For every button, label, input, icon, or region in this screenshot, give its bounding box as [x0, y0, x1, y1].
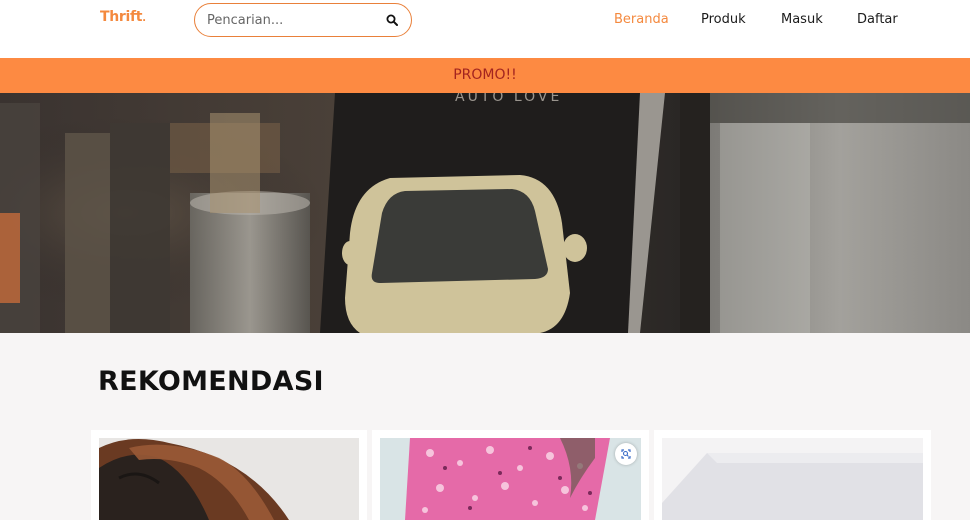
nav-link-masuk[interactable]: Masuk	[781, 12, 823, 27]
product-card[interactable]	[91, 430, 367, 520]
product-image-white-item[interactable]	[662, 438, 923, 520]
product-card[interactable]	[654, 430, 931, 520]
zoom-button[interactable]	[615, 443, 637, 465]
hero-banner: AUTO LOVE	[0, 93, 970, 333]
promo-banner[interactable]: PROMO!!	[0, 58, 970, 93]
hero-banner-image: AUTO LOVE	[0, 93, 970, 333]
floral-dress-image	[380, 438, 641, 520]
nav-menu: Beranda Produk Masuk Daftar	[0, 12, 970, 32]
white-item-image	[662, 438, 923, 520]
nav-link-produk[interactable]: Produk	[701, 12, 746, 27]
nav-link-beranda[interactable]: Beranda	[614, 12, 669, 27]
nav-link-daftar[interactable]: Daftar	[857, 12, 898, 27]
product-image-headphones[interactable]	[99, 438, 359, 520]
product-image-floral-dress[interactable]	[380, 438, 641, 520]
svg-text:AUTO LOVE: AUTO LOVE	[455, 93, 562, 105]
headphones-image	[99, 438, 359, 520]
navbar: Thrift. Beranda Produk Masuk Daftar	[0, 0, 970, 58]
product-card[interactable]	[372, 430, 649, 520]
promo-text: PROMO!!	[453, 67, 517, 83]
section-title: REKOMENDASI	[98, 366, 324, 397]
zoom-icon	[621, 449, 631, 459]
